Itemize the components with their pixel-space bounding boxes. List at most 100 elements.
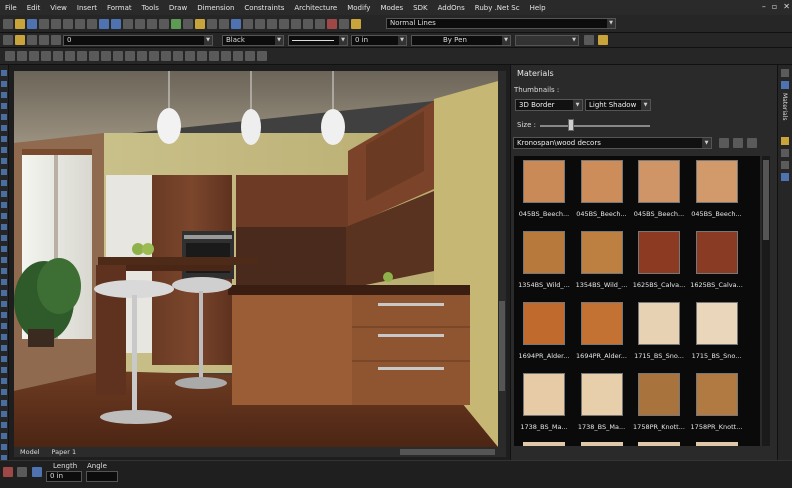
material-thumbnail[interactable]: 1625BS_Calva... xyxy=(689,229,745,295)
right-view-icon[interactable] xyxy=(267,18,277,29)
ucs-icon[interactable] xyxy=(1,378,7,384)
erase-icon[interactable] xyxy=(1,246,7,252)
polar-icon[interactable] xyxy=(1,323,7,329)
zoom-window-icon[interactable] xyxy=(147,18,157,29)
array-icon[interactable] xyxy=(1,180,7,186)
ann-icon[interactable] xyxy=(1,422,7,428)
dyn-icon[interactable] xyxy=(1,389,7,395)
design-center-icon[interactable] xyxy=(195,18,205,29)
viewport-vertical-scrollbar[interactable] xyxy=(498,71,506,447)
copy-icon[interactable] xyxy=(75,18,85,29)
shaded-icon[interactable] xyxy=(315,18,325,29)
material-thumbnail[interactable]: 1738_BS_Ma... xyxy=(574,371,630,437)
material-thumbnail[interactable]: 1694PR_Alder... xyxy=(516,300,572,366)
block-icon[interactable] xyxy=(125,51,135,61)
materials-scrollbar[interactable] xyxy=(762,156,770,446)
zoom-icon[interactable] xyxy=(135,18,145,29)
materials-side-tab[interactable]: Materials xyxy=(781,93,788,133)
light-icon[interactable] xyxy=(781,137,789,145)
view-icon[interactable] xyxy=(231,18,241,29)
material-thumbnail[interactable]: 1758PR_Knott... xyxy=(689,371,745,437)
polygon-icon[interactable] xyxy=(65,51,75,61)
folder-icon[interactable] xyxy=(719,138,729,148)
material-thumbnail[interactable]: 1738_BS_Ma... xyxy=(516,371,572,437)
match-properties-icon[interactable] xyxy=(584,35,594,45)
lock-icon[interactable] xyxy=(1,444,7,450)
menu-help[interactable]: Help xyxy=(525,4,551,12)
center-mark-icon[interactable] xyxy=(221,51,231,61)
paste-icon[interactable] xyxy=(87,18,97,29)
viewport-horizontal-scrollbar[interactable] xyxy=(400,449,495,455)
menu-modify[interactable]: Modify xyxy=(342,4,375,12)
ellipse-icon[interactable] xyxy=(77,51,87,61)
menu-format[interactable]: Format xyxy=(102,4,137,12)
wireframe-icon[interactable] xyxy=(291,18,301,29)
measure-icon[interactable] xyxy=(1,268,7,274)
move-icon[interactable] xyxy=(1,81,7,87)
menu-insert[interactable]: Insert xyxy=(72,4,102,12)
menu-architecture[interactable]: Architecture xyxy=(289,4,342,12)
menu-tools[interactable]: Tools xyxy=(137,4,164,12)
otrack-icon[interactable] xyxy=(1,345,7,351)
extend-icon[interactable] xyxy=(1,147,7,153)
close-button[interactable]: ✕ xyxy=(783,2,790,11)
light-bulb-icon[interactable] xyxy=(15,35,25,45)
rectangle-icon[interactable] xyxy=(53,51,63,61)
size-slider-track[interactable] xyxy=(540,125,650,127)
line-icon[interactable] xyxy=(5,51,15,61)
mirror-icon[interactable] xyxy=(1,114,7,120)
materials-icon[interactable] xyxy=(339,18,349,29)
layers-icon[interactable] xyxy=(183,18,193,29)
ortho-icon[interactable] xyxy=(1,312,7,318)
command-icon[interactable] xyxy=(32,467,42,477)
menu-edit[interactable]: Edit xyxy=(22,4,46,12)
color-square-icon[interactable] xyxy=(51,35,61,45)
menu-dimension[interactable]: Dimension xyxy=(192,4,239,12)
pointer-icon[interactable] xyxy=(781,69,789,77)
explode-icon[interactable] xyxy=(1,191,7,197)
menu-view[interactable]: View xyxy=(45,4,72,12)
lock-icon[interactable] xyxy=(39,35,49,45)
trim-icon[interactable] xyxy=(1,136,7,142)
angular-icon[interactable] xyxy=(257,51,267,61)
front-view-icon[interactable] xyxy=(255,18,265,29)
print-icon[interactable] xyxy=(39,18,49,29)
print-preview-icon[interactable] xyxy=(51,18,61,29)
restore-button[interactable]: ▫ xyxy=(772,2,777,11)
layer-manager-icon[interactable] xyxy=(3,35,13,45)
lwt-icon[interactable] xyxy=(1,356,7,362)
scale-icon[interactable] xyxy=(1,103,7,109)
region-icon[interactable] xyxy=(161,51,171,61)
view-cube-icon[interactable] xyxy=(781,173,789,181)
tab-model[interactable]: Model xyxy=(14,448,46,456)
angle-input[interactable] xyxy=(86,471,118,482)
save-icon[interactable] xyxy=(27,18,37,29)
brush-icon[interactable] xyxy=(598,35,608,45)
color-select[interactable]: Black ▼ xyxy=(222,35,284,46)
circle-icon[interactable] xyxy=(29,51,39,61)
menu-draw[interactable]: Draw xyxy=(164,4,192,12)
refresh-icon[interactable] xyxy=(747,138,757,148)
menu-ruby-net-sc[interactable]: Ruby .Net Sc xyxy=(470,4,525,12)
copy-icon[interactable] xyxy=(1,257,7,263)
lights-icon[interactable] xyxy=(351,18,361,29)
minimize-button[interactable]: – xyxy=(762,2,766,11)
cut-icon[interactable] xyxy=(63,18,73,29)
settings-icon[interactable] xyxy=(733,138,743,148)
insert-icon[interactable] xyxy=(137,51,147,61)
border-mode-select[interactable]: 3D Border ▼ xyxy=(515,99,583,111)
redo-icon[interactable] xyxy=(111,18,121,29)
menu-file[interactable]: File xyxy=(0,4,22,12)
menu-sdk[interactable]: SDK xyxy=(408,4,432,12)
close-icon[interactable] xyxy=(17,467,27,477)
menu-addons[interactable]: AddOns xyxy=(433,4,470,12)
stretch-icon[interactable] xyxy=(1,202,7,208)
render-icon[interactable] xyxy=(327,18,337,29)
tab-paper-1[interactable]: Paper 1 xyxy=(46,448,83,456)
new-file-icon[interactable] xyxy=(3,18,13,29)
ws-icon[interactable] xyxy=(1,433,7,439)
grid-icon[interactable] xyxy=(1,301,7,307)
polyline-icon[interactable] xyxy=(17,51,27,61)
material-thumbnail[interactable]: 045BS_Beech... xyxy=(516,158,572,224)
arc-icon[interactable] xyxy=(41,51,51,61)
